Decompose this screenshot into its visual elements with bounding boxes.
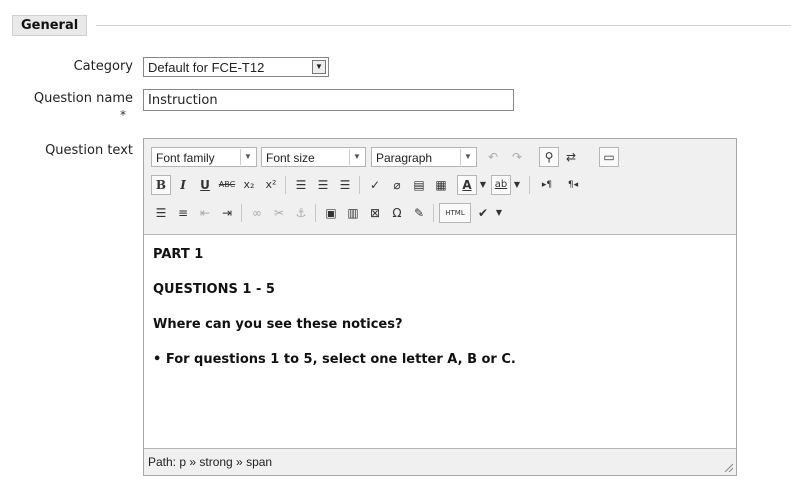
content-line-part: PART 1 <box>153 247 204 262</box>
resize-handle-icon[interactable] <box>723 462 733 472</box>
align-right-icon[interactable]: ☰ <box>335 175 355 195</box>
chevron-down-icon[interactable]: ▼ <box>477 175 489 195</box>
spellcheck-icon[interactable]: ✔ <box>473 203 493 223</box>
editor-content-area[interactable]: PART 1 QUESTIONS 1 - 5 Where can you see… <box>144 234 736 450</box>
chevron-down-icon: ▼ <box>349 149 364 165</box>
section-divider <box>96 25 791 26</box>
toolbar-row-3: ☰ ≡ ⇤ ⇥ ∞ ✂ ⚓ ▣ ▥ ⊠ Ω ✎ HTML ✔ ▼ <box>151 203 731 225</box>
edit-icon[interactable]: ✎ <box>409 203 429 223</box>
paste-text-icon[interactable]: ▤ <box>409 175 429 195</box>
question-name-label: Question name <box>33 91 133 106</box>
highlight-color-icon[interactable]: ab <box>491 175 511 195</box>
font-size-dropdown-label: Font size <box>266 151 315 165</box>
paste-word-icon[interactable]: ▦ <box>431 175 451 195</box>
question-text-label: Question text <box>45 143 133 158</box>
general-section-legend: General <box>12 15 88 36</box>
undo-icon[interactable]: ↶ <box>483 147 503 167</box>
underline-icon[interactable]: U <box>195 175 215 195</box>
content-line-instruction: • For questions 1 to 5, select one lette… <box>153 352 516 367</box>
toolbar-separator <box>433 204 434 222</box>
omega-icon[interactable]: Ω <box>387 203 407 223</box>
toolbar-row-2: B I U ABC x₂ x² ☰ ☰ ☰ ✓ ⌀ ▤ ▦ A ▼ ab ▼ ▸… <box>151 175 731 197</box>
element-path: Path: p » strong » span <box>148 455 273 469</box>
align-left-icon[interactable]: ☰ <box>291 175 311 195</box>
superscript-icon[interactable]: x² <box>261 175 281 195</box>
find-replace-icon[interactable]: ⇄ <box>561 147 581 167</box>
toolbar-separator <box>529 176 530 194</box>
align-center-icon[interactable]: ☰ <box>313 175 333 195</box>
format-dropdown[interactable]: Paragraph ▼ <box>371 147 477 167</box>
toolbar-separator <box>315 204 316 222</box>
font-family-dropdown-label: Font family <box>156 151 215 165</box>
chevron-down-icon: ▼ <box>240 149 255 165</box>
font-family-dropdown[interactable]: Font family ▼ <box>151 147 257 167</box>
unlink-icon[interactable]: ✂ <box>269 203 289 223</box>
category-select-value: Default for FCE-T12 <box>148 60 265 75</box>
chevron-down-icon: ▼ <box>460 149 475 165</box>
toolbar-separator <box>359 176 360 194</box>
format-dropdown-label: Paragraph <box>376 151 433 165</box>
ltr-icon[interactable]: ▸¶ <box>535 175 559 195</box>
required-marker: * <box>120 108 126 122</box>
indent-icon[interactable]: ⇥ <box>217 203 237 223</box>
chevron-down-icon[interactable]: ▼ <box>511 175 523 195</box>
find-icon[interactable]: ⚲ <box>539 147 559 167</box>
redo-icon[interactable]: ↷ <box>507 147 527 167</box>
cleanup-icon[interactable]: ✓ <box>365 175 385 195</box>
media-icon[interactable]: ▥ <box>343 203 363 223</box>
category-select[interactable]: Default for FCE-T12 ▼ <box>143 57 329 77</box>
remove-format-icon[interactable]: ⌀ <box>387 175 407 195</box>
content-line-prompt: Where can you see these notices? <box>153 317 403 332</box>
toolbar-separator <box>285 176 286 194</box>
html-source-icon[interactable]: HTML <box>439 203 471 223</box>
fullscreen-icon[interactable]: ▭ <box>599 147 619 167</box>
category-label: Category <box>73 59 133 74</box>
content-line-questions: QUESTIONS 1 - 5 <box>153 282 275 297</box>
numbered-list-icon[interactable]: ≡ <box>173 203 193 223</box>
chevron-down-icon[interactable]: ▼ <box>493 203 505 223</box>
outdent-icon[interactable]: ⇤ <box>195 203 215 223</box>
rtl-icon[interactable]: ¶◂ <box>561 175 585 195</box>
subscript-icon[interactable]: x₂ <box>239 175 259 195</box>
italic-icon[interactable]: I <box>173 175 193 195</box>
image-icon[interactable]: ▣ <box>321 203 341 223</box>
rich-text-editor: Font family ▼ Font size ▼ Paragraph ▼ ↶ … <box>143 138 737 476</box>
strikethrough-icon[interactable]: ABC <box>217 175 237 195</box>
toolbar-row-1: Font family ▼ Font size ▼ Paragraph ▼ ↶ … <box>151 147 731 169</box>
link-icon[interactable]: ∞ <box>247 203 267 223</box>
moodle-media-icon[interactable]: ⊠ <box>365 203 385 223</box>
text-color-icon[interactable]: A <box>457 175 477 195</box>
anchor-icon[interactable]: ⚓ <box>291 203 311 223</box>
editor-status-bar: Path: p » strong » span <box>144 448 736 475</box>
bullet-list-icon[interactable]: ☰ <box>151 203 171 223</box>
chevron-down-icon[interactable]: ▼ <box>312 60 326 74</box>
question-name-input[interactable]: Instruction <box>143 89 514 111</box>
toolbar-separator <box>241 204 242 222</box>
font-size-dropdown[interactable]: Font size ▼ <box>261 147 366 167</box>
bold-icon[interactable]: B <box>151 175 171 195</box>
